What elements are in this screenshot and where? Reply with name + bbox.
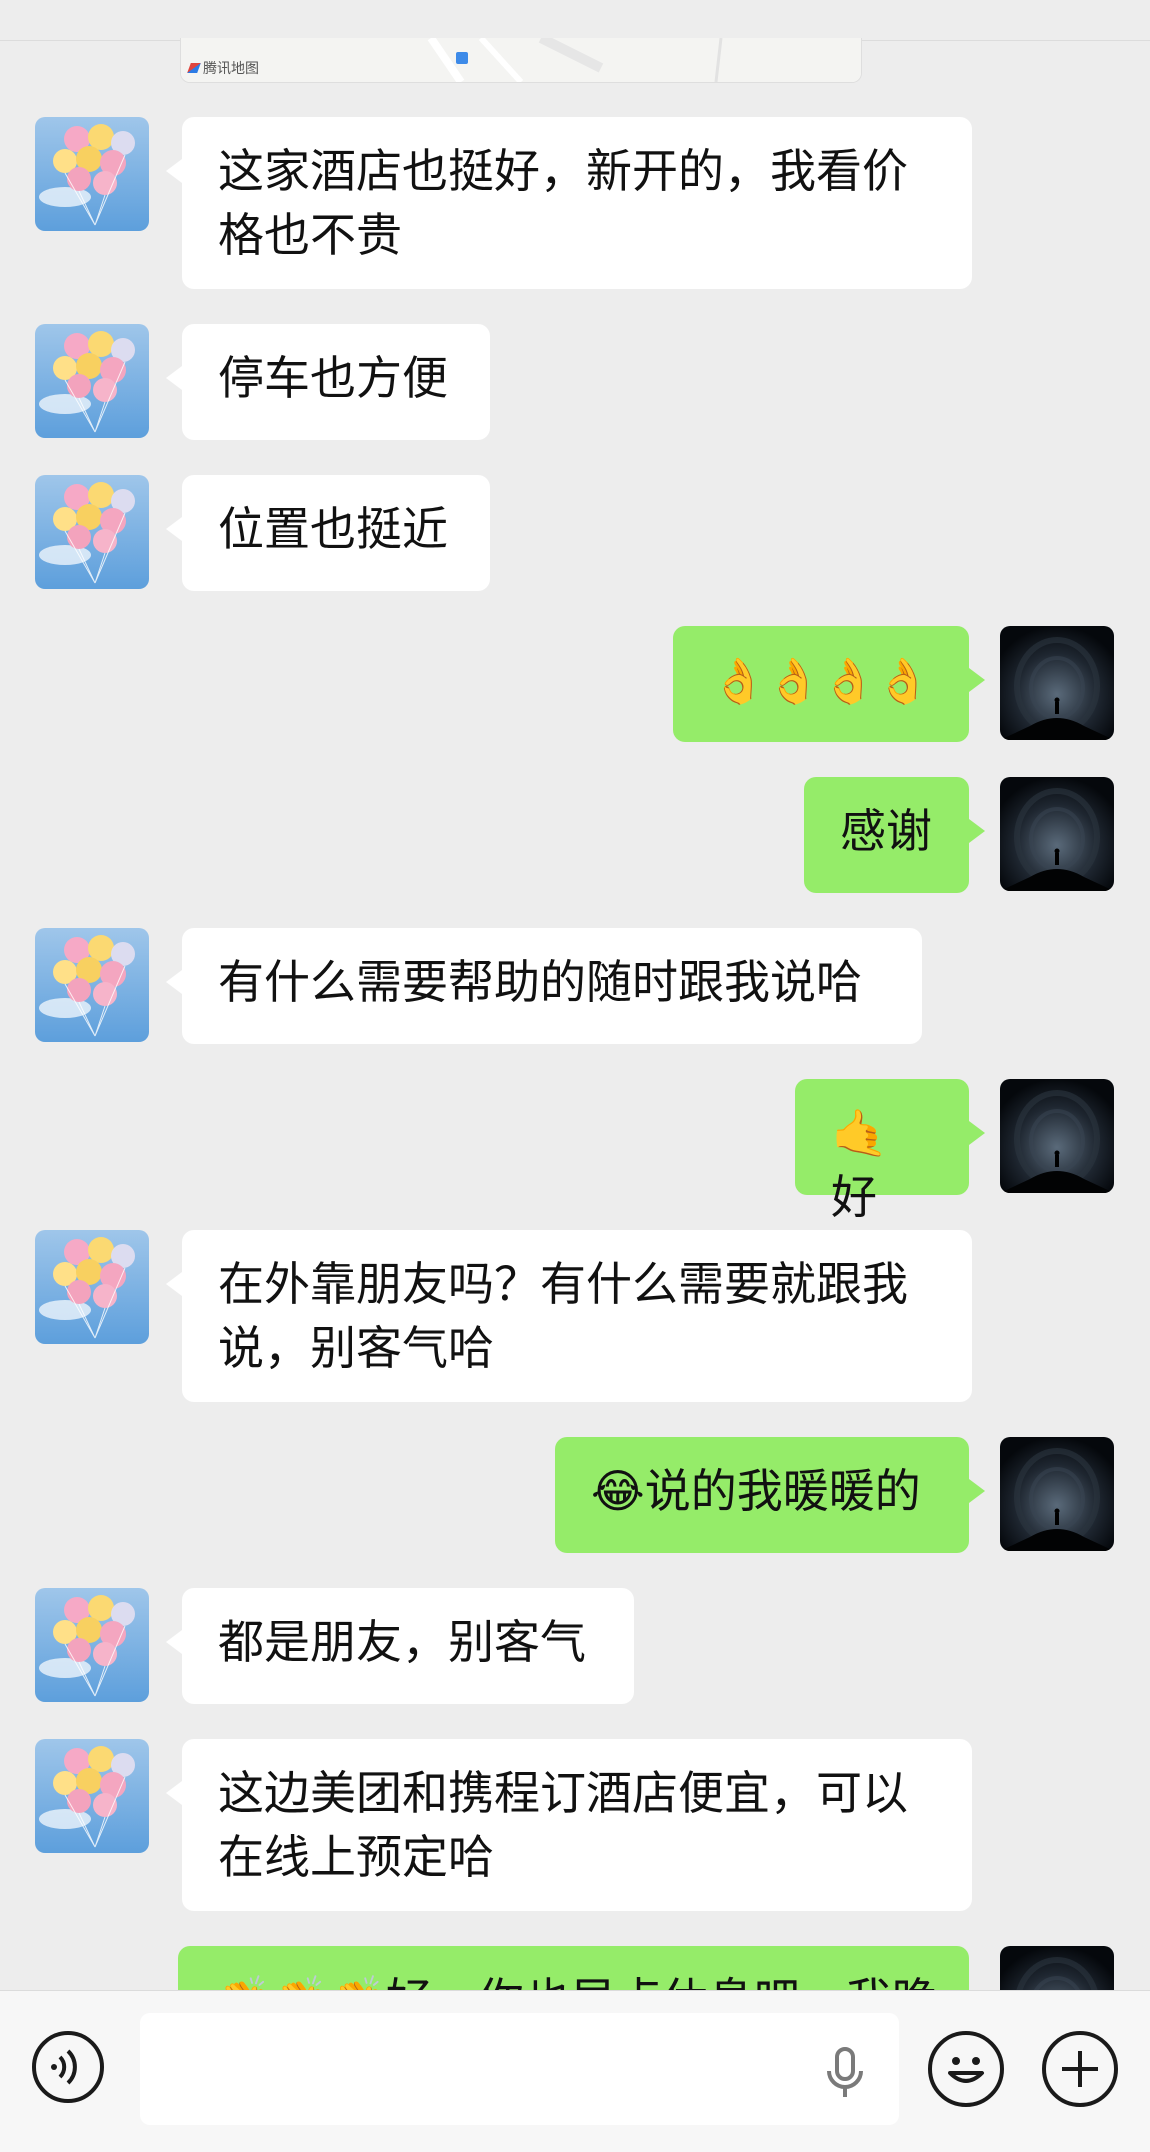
received-message-bubble[interactable]: 这边美团和携程订酒店便宜，可以在线上预定哈	[166, 1739, 972, 1911]
message-text: 🤙好	[831, 1106, 889, 1224]
sent-message-bubble[interactable]: 😂说的我暖暖的	[555, 1437, 985, 1553]
contact-avatar[interactable]	[35, 928, 149, 1042]
contact-avatar[interactable]	[35, 324, 149, 438]
my-avatar[interactable]	[1000, 1437, 1114, 1551]
map-attribution: 腾讯地图	[187, 58, 259, 78]
received-message-bubble[interactable]: 有什么需要帮助的随时跟我说哈	[166, 928, 922, 1044]
message-text: 😂说的我暖暖的	[591, 1464, 921, 1518]
my-avatar[interactable]	[1000, 777, 1114, 891]
sent-message-bubble[interactable]: 感谢	[804, 777, 985, 893]
message-text: 都是朋友，别客气	[218, 1615, 586, 1669]
received-message-bubble[interactable]: 停车也方便	[166, 324, 490, 440]
contact-avatar[interactable]	[35, 1739, 149, 1853]
contact-avatar[interactable]	[35, 1230, 149, 1344]
emoji-icon	[948, 2057, 984, 2083]
plus-icon	[1062, 2051, 1098, 2087]
voice-toggle-icon	[51, 2049, 77, 2085]
message-input[interactable]	[140, 2013, 899, 2125]
emoji-button[interactable]	[928, 2031, 1004, 2107]
sent-message-bubble[interactable]: 🤙好	[795, 1079, 985, 1224]
more-actions-button[interactable]	[1042, 2031, 1118, 2107]
contact-avatar[interactable]	[35, 117, 149, 231]
top-bar	[0, 0, 1150, 41]
message-text: 这家酒店也挺好，新开的，我看价格也不贵	[218, 144, 908, 262]
received-message-bubble[interactable]: 这家酒店也挺好，新开的，我看价格也不贵	[166, 117, 972, 289]
message-text: 有什么需要帮助的随时跟我说哈	[218, 955, 862, 1009]
location-map-card[interactable]: 腾讯地图	[180, 38, 862, 83]
message-text: 在外靠朋友吗？有什么需要就跟我说，别客气哈	[218, 1257, 908, 1375]
received-message-bubble[interactable]: 都是朋友，别客气	[166, 1588, 634, 1704]
message-text: 停车也方便	[218, 351, 448, 405]
contact-avatar[interactable]	[35, 1588, 149, 1702]
received-message-bubble[interactable]: 在外靠朋友吗？有什么需要就跟我说，别客气哈	[166, 1230, 972, 1402]
sent-message-bubble[interactable]: 👌👌👌👌	[673, 626, 985, 742]
map-preview	[181, 38, 861, 82]
message-text: 感谢	[840, 804, 932, 858]
message-text: 👌👌👌👌	[711, 656, 931, 707]
my-avatar[interactable]	[1000, 1079, 1114, 1193]
voice-toggle-button[interactable]	[32, 2031, 104, 2103]
tencent-map-logo-icon	[187, 63, 201, 73]
my-avatar[interactable]	[1000, 626, 1114, 740]
message-text: 位置也挺近	[218, 502, 448, 556]
chat-input-bar	[0, 1990, 1150, 2152]
contact-avatar[interactable]	[35, 475, 149, 589]
microphone-icon[interactable]	[822, 2045, 868, 2101]
message-text: 这边美团和携程订酒店便宜，可以在线上预定哈	[218, 1766, 908, 1884]
received-message-bubble[interactable]: 位置也挺近	[166, 475, 490, 591]
